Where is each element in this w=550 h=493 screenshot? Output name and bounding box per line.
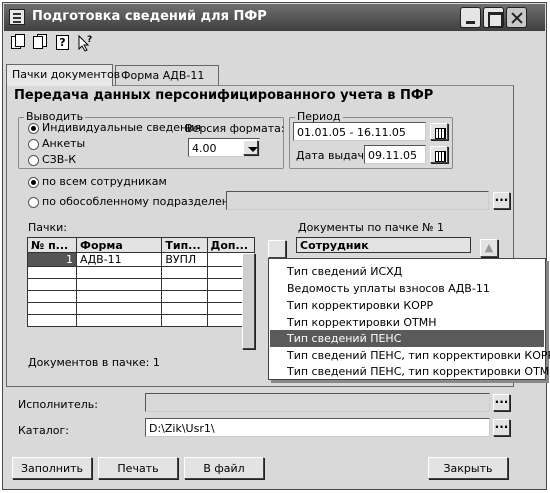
table-cell[interactable]: АДВ-11 — [76, 252, 163, 267]
radio-questionnaires-label[interactable]: Анкеты — [42, 137, 85, 150]
fill-button[interactable]: Заполнить — [12, 457, 92, 479]
period-field[interactable]: 01.01.05 - 16.11.05 — [293, 122, 426, 141]
table-row[interactable] — [26, 266, 256, 279]
catalog-select-button[interactable]: ... — [493, 418, 510, 436]
arrow-up-icon[interactable]: ▲ — [480, 239, 498, 257]
packs-col-num[interactable]: № п... — [26, 237, 78, 253]
packs-col-form[interactable]: Форма — [76, 237, 163, 253]
table-cell[interactable]: 1 — [26, 252, 78, 267]
close-window-button[interactable] — [506, 7, 527, 28]
table-row[interactable] — [26, 278, 256, 291]
copy-icon[interactable] — [8, 34, 26, 52]
menu-item[interactable]: Тип корректировки ОТМН — [270, 314, 544, 331]
tab-adv11-form[interactable]: Форма АДВ-11 — [115, 65, 219, 86]
docs-col-employee[interactable]: Сотрудник — [296, 237, 471, 253]
table-row[interactable] — [26, 314, 256, 327]
docs-label: Документы по пачке № 1 — [298, 221, 445, 234]
title-bar[interactable]: Подготовка сведений для ПФР — [4, 4, 545, 31]
packs-col-extra[interactable]: Доп... — [206, 237, 256, 253]
radio-branch[interactable] — [28, 197, 39, 208]
format-version-label: Версия формата: — [185, 122, 285, 135]
help-icon[interactable]: ? — [54, 34, 72, 52]
radio-szv-k-label[interactable]: СЗВ-К — [42, 153, 76, 166]
radio-szv-k[interactable] — [28, 155, 39, 166]
window-title: Подготовка сведений для ПФР — [32, 9, 267, 24]
menu-item-highlighted[interactable]: Тип сведений ПЕНС — [270, 330, 544, 347]
maximize-button[interactable] — [483, 7, 504, 28]
radio-individual-label[interactable]: Индивидуальные сведения — [42, 121, 201, 134]
executor-label: Исполнитель: — [18, 398, 98, 411]
branch-select-button[interactable]: ... — [493, 191, 510, 209]
close-button[interactable]: Закрыть — [428, 457, 508, 479]
branch-label[interactable]: по обособленному подразделению: — [42, 195, 249, 208]
all-employees-label[interactable]: по всем сотрудникам — [42, 175, 167, 188]
app-icon — [9, 9, 25, 25]
radio-individual[interactable] — [28, 123, 39, 134]
menu-item[interactable]: Тип сведений ИСХД — [270, 263, 544, 280]
table-row[interactable] — [26, 290, 256, 303]
context-help-icon[interactable]: ? — [76, 34, 94, 52]
radio-all-employees[interactable] — [28, 177, 39, 188]
print-button[interactable]: Печать — [98, 457, 178, 479]
packs-table: № п... Форма Тип... Доп... 1 АДВ-11 ВУПЛ — [26, 237, 256, 327]
menu-item[interactable]: Тип сведений ПЕНС, тип корректировки ОТМ… — [270, 363, 550, 380]
popup-menu: Тип сведений ИСХД Ведомость уплаты взнос… — [268, 258, 550, 380]
tab-packs[interactable]: Пачки документов — [6, 64, 120, 86]
menu-item[interactable]: Ведомость уплаты взносов АДВ-11 — [270, 280, 544, 297]
period-calendar-icon[interactable] — [430, 123, 448, 140]
document-icon[interactable] — [268, 240, 286, 258]
page-title: Передача данных персонифицированного уче… — [14, 88, 434, 103]
table-row[interactable]: 1 АДВ-11 ВУПЛ — [26, 252, 256, 267]
to-file-button[interactable]: В файл — [184, 457, 264, 479]
issue-date-field[interactable]: 09.11.05 — [364, 145, 426, 164]
packs-scrollbar[interactable] — [242, 253, 255, 349]
packs-count-label: Документов в пачке: 1 — [28, 356, 160, 369]
table-row[interactable] — [26, 302, 256, 315]
menu-item[interactable]: Тип сведений ПЕНС, тип корректировки КОР… — [270, 347, 550, 364]
issue-date-calendar-icon[interactable] — [430, 146, 448, 163]
executor-field[interactable] — [145, 393, 490, 412]
executor-select-button[interactable]: ... — [493, 393, 510, 411]
svg-text:?: ? — [87, 35, 92, 45]
close-button-label: Закрыть — [443, 462, 493, 475]
radio-questionnaires[interactable] — [28, 139, 39, 150]
packs-label: Пачки: — [28, 221, 68, 234]
table-cell[interactable]: ВУПЛ — [161, 252, 208, 267]
docs-table: Сотрудник — [296, 237, 471, 253]
catalog-field[interactable]: D:\Zik\Usr1\ — [145, 418, 490, 437]
branch-field[interactable] — [226, 191, 489, 210]
catalog-label: Каталог: — [18, 424, 69, 437]
menu-item[interactable]: Тип корректировки КОРР — [270, 297, 544, 314]
format-version-value: 4.00 — [192, 142, 217, 155]
minimize-button[interactable] — [460, 7, 481, 28]
to-file-button-label: В файл — [203, 462, 245, 475]
print-button-label: Печать — [117, 462, 159, 475]
paste-icon[interactable] — [30, 34, 48, 52]
chevron-down-icon[interactable] — [243, 140, 258, 155]
fill-button-label: Заполнить — [21, 462, 83, 475]
packs-col-type[interactable]: Тип... — [161, 237, 208, 253]
